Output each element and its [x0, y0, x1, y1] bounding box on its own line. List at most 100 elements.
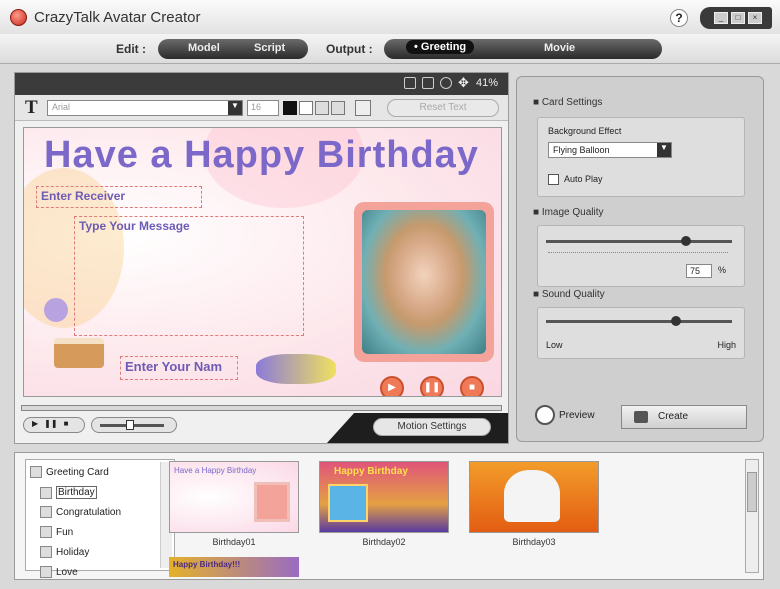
script-tab[interactable]: Script [254, 42, 285, 54]
image-quality-slider[interactable] [546, 240, 732, 243]
align-center-icon[interactable] [315, 101, 329, 115]
image-quality-input[interactable]: 75 [686, 264, 712, 278]
card-title[interactable]: Have a Happy Birthday [44, 134, 479, 177]
template-thumb-birthday01[interactable]: Have a Happy Birthday [169, 461, 299, 533]
stop-icon[interactable]: ■ [460, 376, 484, 396]
avatar-photo[interactable] [362, 210, 486, 354]
tree-item-greeting-card[interactable]: Greeting Card [30, 466, 109, 478]
sound-quality-thumb[interactable] [671, 316, 682, 326]
greeting-card-canvas[interactable]: Have a Happy Birthday Enter Receiver Typ… [23, 127, 502, 397]
timeline-slider[interactable] [21, 405, 502, 411]
template-library: Greeting Card Birthday Congratulation Fu… [14, 452, 764, 580]
card-settings-box: Background Effect Flying Balloon ▼ Auto P… [537, 117, 745, 197]
title-bar: CrazyTalk Avatar Creator ? _ □ × [0, 0, 780, 34]
fit-icon[interactable] [421, 77, 434, 89]
greeting-tab[interactable]: • Greeting [406, 40, 475, 54]
template-caption-birthday01: Birthday01 [212, 537, 256, 547]
volume-slider[interactable] [91, 417, 177, 433]
template-thumb-birthday03[interactable] [469, 461, 599, 533]
playback-controls: ▶ ❚❚ ■ [23, 417, 85, 433]
zoom-level[interactable]: 41% [476, 77, 498, 89]
cake-decoration [54, 338, 104, 368]
font-select[interactable]: Arial ▼ [47, 100, 243, 116]
edit-pill: Model Script [158, 39, 308, 59]
create-button[interactable]: Create [621, 405, 747, 429]
tree-item-love[interactable]: Love [40, 566, 78, 578]
minimize-icon[interactable]: _ [714, 12, 728, 24]
reset-text-button[interactable]: Reset Text [387, 99, 499, 117]
text-toolbar: T Arial ▼ 16 Reset Text [15, 95, 508, 121]
motion-settings-button[interactable]: Motion Settings [373, 418, 491, 436]
volume-thumb[interactable] [126, 420, 134, 430]
preview-panel: ✥ 41% T Arial ▼ 16 Reset Text Have a Happ… [14, 72, 509, 444]
thumb2-title: Happy Birthday [334, 466, 408, 477]
settings-panel: ■ Card Settings Background Effect Flying… [516, 76, 764, 442]
high-label: High [717, 340, 736, 350]
template-thumb-birthday04[interactable]: Happy Birthday!!! [169, 557, 299, 577]
font-size-value: 16 [251, 102, 262, 112]
preview-label[interactable]: Preview [559, 410, 595, 421]
align-right-icon[interactable] [331, 101, 345, 115]
tree-item-holiday[interactable]: Holiday [40, 546, 89, 558]
background-effect-label: Background Effect [548, 126, 622, 136]
template-caption-birthday03: Birthday03 [512, 537, 556, 547]
image-quality-box: 75 % [537, 225, 745, 287]
background-effect-select[interactable]: Flying Balloon ▼ [548, 142, 672, 158]
tree-item-congratulation[interactable]: Congratulation [40, 506, 121, 518]
library-scrollbar[interactable] [745, 459, 759, 573]
image-quality-thumb[interactable] [680, 236, 691, 246]
auto-play-checkbox[interactable] [548, 174, 559, 185]
pause-small-icon[interactable]: ❚❚ [44, 419, 57, 431]
pen-icon[interactable] [355, 100, 371, 116]
move-icon[interactable]: ✥ [458, 76, 470, 89]
play-small-icon[interactable]: ▶ [32, 419, 38, 431]
output-pill: • Greeting Movie [384, 39, 662, 59]
maximize-icon[interactable]: □ [731, 12, 745, 24]
close-icon[interactable]: × [748, 12, 762, 24]
message-field[interactable]: Type Your Message [74, 216, 304, 336]
template-caption-birthday02: Birthday02 [362, 537, 406, 547]
view-toolbar: ✥ 41% [15, 73, 508, 95]
balloon-decoration [44, 298, 68, 322]
thumb4-title: Happy Birthday!!! [173, 560, 241, 569]
play-icon[interactable]: ▶ [380, 376, 404, 396]
sender-name-field[interactable]: Enter Your Nam [120, 356, 238, 380]
model-tab[interactable]: Model [188, 42, 220, 54]
transport-bar: ▶ ❚❚ ■ Motion Settings [15, 399, 508, 443]
template-thumb-birthday02[interactable]: Happy Birthday [319, 461, 449, 533]
chevron-down-icon[interactable]: ▼ [657, 143, 671, 157]
sound-quality-slider[interactable] [546, 320, 732, 323]
movie-tab[interactable]: Movie [544, 42, 575, 54]
party-horn-decoration [256, 354, 336, 384]
font-size-select[interactable]: 16 [247, 100, 279, 116]
background-effect-value: Flying Balloon [553, 145, 610, 155]
lock-icon[interactable] [403, 77, 416, 89]
rotate-icon[interactable] [439, 77, 452, 89]
image-quality-heading: ■ Image Quality [533, 207, 604, 218]
window-controls: _ □ × [700, 7, 772, 29]
text-color-swatch[interactable] [283, 101, 297, 115]
stop-small-icon[interactable]: ■ [64, 419, 69, 431]
tree-item-birthday[interactable]: Birthday [40, 486, 97, 499]
create-label: Create [658, 411, 689, 422]
help-button[interactable]: ? [670, 9, 688, 27]
receiver-field[interactable]: Enter Receiver [36, 186, 202, 208]
output-label: Output : [326, 42, 373, 56]
image-quality-ticks [548, 252, 728, 253]
align-left-icon[interactable] [299, 101, 313, 115]
avatar-photo-frame [354, 202, 494, 362]
chevron-down-icon[interactable]: ▼ [228, 101, 242, 115]
text-tool-icon[interactable]: T [25, 97, 38, 119]
pause-icon[interactable]: ❚❚ [420, 376, 444, 396]
mode-bar: Edit : Model Script Output : • Greeting … [0, 34, 780, 64]
eye-icon[interactable] [535, 405, 555, 425]
tree-item-fun[interactable]: Fun [40, 526, 73, 538]
low-label: Low [546, 340, 563, 350]
edit-label: Edit : [116, 42, 146, 56]
font-value: Arial [52, 102, 71, 112]
card-settings-heading: ■ Card Settings [533, 97, 603, 108]
library-scroll-thumb[interactable] [747, 472, 757, 512]
app-title: CrazyTalk Avatar Creator [34, 9, 201, 26]
thumb1-title: Have a Happy Birthday [174, 466, 257, 475]
category-tree: Greeting Card Birthday Congratulation Fu… [25, 459, 175, 578]
